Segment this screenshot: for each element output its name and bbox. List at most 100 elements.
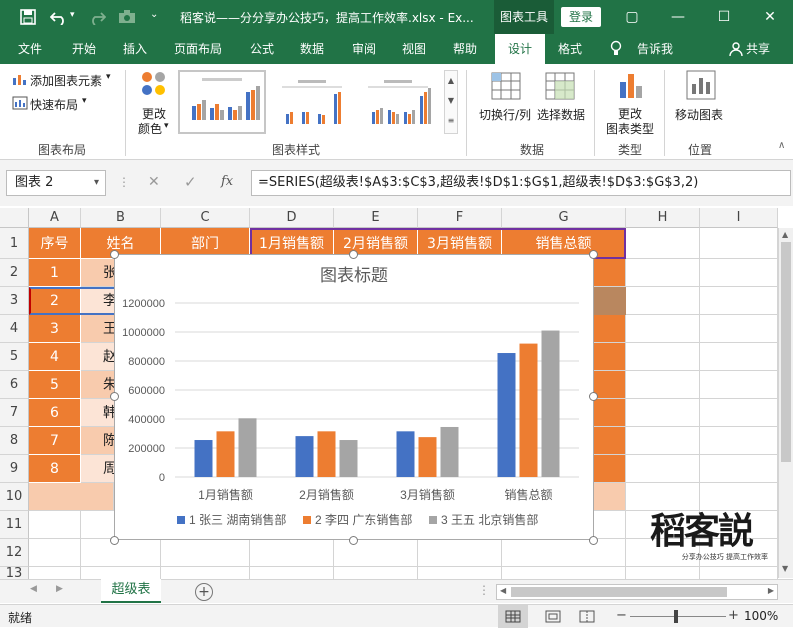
cell[interactable] (418, 539, 502, 567)
zoom-slider-thumb[interactable] (674, 610, 678, 623)
column-header-a[interactable]: A (29, 208, 81, 228)
undo-dropdown-icon[interactable]: ▾ (70, 10, 75, 20)
column-header-f[interactable]: F (418, 208, 502, 228)
cell[interactable] (626, 455, 700, 483)
row-header-11[interactable]: 11 (0, 511, 29, 539)
row-header-1[interactable]: 1 (0, 228, 29, 259)
sequence-cell[interactable]: 8 (29, 455, 81, 483)
chart-title[interactable]: 图表标题 (320, 266, 388, 285)
undo-icon[interactable] (50, 9, 68, 25)
row-header-8[interactable]: 8 (0, 427, 29, 455)
cell[interactable] (626, 371, 700, 399)
resize-handle-bc[interactable] (349, 536, 358, 545)
add-chart-element-button[interactable]: 添加图表元素 (30, 72, 102, 89)
cell[interactable] (700, 371, 778, 399)
close-icon[interactable]: ✕ (747, 0, 793, 34)
column-header-g[interactable]: G (502, 208, 626, 228)
bar[interactable] (497, 353, 516, 477)
zoom-level[interactable]: 100% (744, 609, 778, 623)
row-header-4[interactable]: 4 (0, 315, 29, 343)
change-colors-icon[interactable] (140, 70, 170, 100)
switch-row-column-button[interactable]: 切换行/列 (479, 106, 531, 123)
chart-style-3[interactable] (358, 72, 438, 134)
bar[interactable] (317, 431, 336, 477)
bar[interactable] (194, 440, 213, 477)
vertical-scrollbar[interactable]: ▲ ▼ (778, 228, 793, 578)
cell[interactable] (700, 427, 778, 455)
total-cell-visible-edge[interactable] (593, 427, 626, 455)
bar[interactable] (541, 330, 560, 477)
table-header-cell[interactable]: 序号 (29, 228, 81, 259)
sequence-cell[interactable]: 6 (29, 399, 81, 427)
total-cell-visible-edge[interactable] (593, 343, 626, 371)
resize-handle-br[interactable] (589, 536, 598, 545)
name-cell[interactable]: 韩 (81, 399, 115, 427)
cell[interactable] (29, 511, 81, 539)
bar[interactable] (216, 431, 235, 477)
cell[interactable] (700, 259, 778, 287)
maximize-icon[interactable]: ☐ (701, 0, 747, 34)
cell[interactable] (626, 259, 700, 287)
menu-data[interactable]: 数据 (300, 34, 324, 64)
change-chart-type-icon[interactable] (618, 70, 646, 100)
menu-design[interactable]: 设计 (495, 34, 545, 64)
sequence-cell[interactable]: 1 (29, 259, 81, 287)
row-header-5[interactable]: 5 (0, 343, 29, 371)
cell[interactable] (81, 539, 161, 567)
add-chart-element-dropdown-icon[interactable]: ▾ (106, 72, 111, 82)
select-data-button[interactable]: 选择数据 (537, 106, 585, 123)
redo-icon[interactable] (88, 9, 106, 25)
total-row-cell[interactable] (29, 483, 114, 511)
menu-page-layout[interactable]: 页面布局 (174, 34, 222, 64)
move-chart-icon[interactable] (686, 70, 716, 100)
cell[interactable] (626, 287, 700, 315)
resize-handle-ml[interactable] (110, 392, 119, 401)
bar[interactable] (440, 426, 459, 477)
menu-formulas[interactable]: 公式 (250, 34, 274, 64)
row-header-7[interactable]: 7 (0, 399, 29, 427)
row-header-6[interactable]: 6 (0, 371, 29, 399)
sequence-cell[interactable]: 3 (29, 315, 81, 343)
cell[interactable] (626, 483, 700, 511)
row-header-3[interactable]: 3 (0, 287, 29, 315)
column-header-h[interactable]: H (626, 208, 700, 228)
save-icon[interactable] (20, 9, 36, 25)
cell[interactable] (29, 539, 81, 567)
total-cell-visible-edge[interactable] (593, 259, 626, 287)
bar[interactable] (238, 418, 257, 477)
name-cell[interactable]: 王 (81, 315, 115, 343)
total-cell-visible-edge[interactable] (593, 315, 626, 343)
cancel-formula-icon[interactable]: ✕ (148, 174, 160, 190)
cell[interactable] (626, 315, 700, 343)
horizontal-scroll-thumb[interactable] (511, 587, 727, 597)
legend-entry[interactable]: 2 李四 广东销售部 (315, 512, 412, 527)
zoom-in-button[interactable]: + (728, 608, 739, 623)
clustered-column-chart[interactable]: 图表标题 0 200000 400000 600000 800000 1000000 1200… (115, 255, 593, 539)
quick-layout-dropdown-icon[interactable]: ▾ (82, 96, 87, 106)
tell-me-search[interactable]: 告诉我 (637, 34, 673, 64)
cell[interactable] (700, 315, 778, 343)
customize-toolbar-icon[interactable]: ⌄ (150, 9, 158, 20)
zoom-slider[interactable] (630, 616, 726, 617)
name-cell[interactable]: 赵 (81, 343, 115, 371)
bar[interactable] (396, 431, 415, 477)
legend-entry[interactable]: 3 王五 北京销售部 (441, 512, 538, 527)
cell[interactable] (700, 343, 778, 371)
column-header-i[interactable]: I (700, 208, 778, 228)
cell[interactable] (700, 287, 778, 315)
zoom-out-button[interactable]: − (616, 608, 627, 623)
menu-file[interactable]: 文件 (18, 34, 42, 64)
resize-handle-bl[interactable] (110, 536, 119, 545)
select-all-corner[interactable] (0, 208, 29, 228)
total-cell-visible-edge[interactable] (593, 455, 626, 483)
prev-sheet-icon[interactable]: ◀ (30, 584, 37, 594)
bar[interactable] (295, 436, 314, 477)
chart-area[interactable]: 图表标题 0 200000 400000 600000 800000 1000000 1200… (114, 254, 594, 540)
collapse-ribbon-icon[interactable]: ∧ (778, 140, 785, 151)
formula-input[interactable]: =SERIES(超级表!$A$3:$C$3,超级表!$D$1:$G$1,超级表!… (251, 170, 791, 196)
switch-row-column-icon[interactable] (491, 72, 521, 100)
name-cell[interactable]: 周 (81, 455, 115, 483)
quick-layout-button[interactable]: 快速布局 (30, 96, 78, 113)
row-header-2[interactable]: 2 (0, 259, 29, 287)
cell[interactable] (700, 399, 778, 427)
